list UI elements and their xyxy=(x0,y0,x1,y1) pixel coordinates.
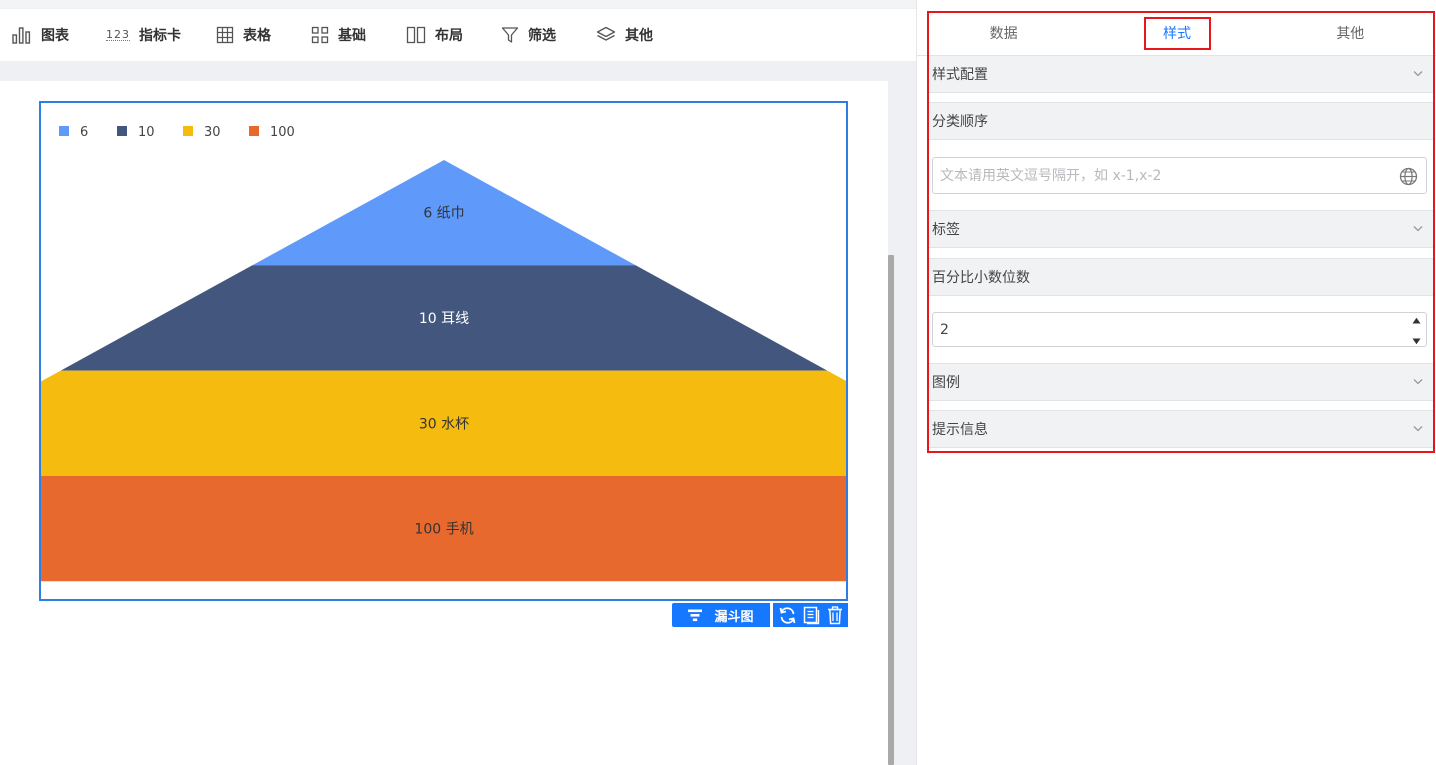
legend-swatch xyxy=(183,126,193,136)
chevron-down-icon xyxy=(1413,71,1423,77)
tab-other[interactable]: 其他 xyxy=(1264,10,1436,56)
chart-action-bar: 漏斗图 xyxy=(672,603,848,627)
toolbar-item-chart[interactable]: 图表 xyxy=(12,9,106,61)
bar-chart-icon xyxy=(12,27,31,44)
section-legend[interactable]: 图例 xyxy=(927,363,1435,401)
basic-widgets-icon xyxy=(311,26,329,44)
legend-item[interactable]: 10 xyxy=(117,125,155,140)
stepper-down-icon[interactable] xyxy=(1412,338,1421,345)
number-stepper xyxy=(1410,317,1422,345)
funnel-layer-label: 100 手机 xyxy=(414,522,473,538)
tab-data[interactable]: 数据 xyxy=(917,10,1090,56)
legend-item[interactable]: 100 xyxy=(249,125,295,140)
table-grid-icon xyxy=(216,26,234,44)
trash-icon[interactable] xyxy=(827,605,843,625)
globe-icon[interactable] xyxy=(1399,167,1418,186)
toolbar-label-table: 表格 xyxy=(243,28,271,44)
section-percent-decimals-title: 百分比小数位数 xyxy=(932,270,1030,286)
funnel-chart: 6 10 30 100 6 纸巾 10 耳线 30 水杯 100 手机 xyxy=(41,125,846,582)
toolbar-item-basic[interactable]: 基础 xyxy=(311,9,406,61)
toolbar-label-layout: 布局 xyxy=(435,28,463,44)
tab-data-label: 数据 xyxy=(989,26,1018,42)
funnel-layer-label: 6 纸巾 xyxy=(423,206,464,222)
toolbar-item-layout[interactable]: 布局 xyxy=(406,9,501,61)
legend-item[interactable]: 6 xyxy=(59,125,88,140)
section-tooltip-title: 提示信息 xyxy=(932,422,988,438)
percent-decimals-value[interactable]: 2 xyxy=(940,322,949,338)
funnel-layer-label: 30 水杯 xyxy=(419,416,469,432)
legend-swatch xyxy=(117,126,127,136)
funnel-icon xyxy=(688,609,703,621)
category-order-field xyxy=(932,157,1427,194)
category-order-input[interactable] xyxy=(940,167,1380,184)
toolbar-item-number-card[interactable]: 123 指标卡 xyxy=(106,9,216,61)
section-legend-title: 图例 xyxy=(932,375,960,391)
toolbar-label-filter: 筛选 xyxy=(528,28,556,44)
funnel-layer-label: 10 耳线 xyxy=(419,311,469,327)
chevron-down-icon xyxy=(1413,426,1423,432)
legend-item[interactable]: 30 xyxy=(183,125,221,140)
component-toolbar: 图表 123 指标卡 表格 基础 布局 筛选 其他 xyxy=(0,9,916,61)
layers-icon xyxy=(596,26,616,41)
toolbar-label-basic: 基础 xyxy=(338,28,366,44)
canvas-scrollbar-thumb[interactable] xyxy=(888,255,894,765)
legend-swatch xyxy=(249,126,259,136)
toolbar-item-other[interactable]: 其他 xyxy=(596,9,691,61)
section-category-order: 分类顺序 xyxy=(927,102,1435,140)
toolbar-item-filter[interactable]: 筛选 xyxy=(501,9,596,61)
chart-type-tag[interactable]: 漏斗图 xyxy=(672,603,770,627)
stepper-up-icon[interactable] xyxy=(1412,317,1421,324)
section-percent-decimals: 百分比小数位数 xyxy=(927,258,1435,296)
copy-icon[interactable] xyxy=(803,606,821,625)
legend-swatch xyxy=(59,126,69,136)
chart-action-icons xyxy=(773,603,848,627)
toolbar-label-chart: 图表 xyxy=(41,28,69,44)
section-tooltip[interactable]: 提示信息 xyxy=(927,410,1435,448)
section-style-config[interactable]: 样式配置 xyxy=(927,55,1435,93)
toolbar-item-table[interactable]: 表格 xyxy=(216,9,311,61)
section-category-order-title: 分类顺序 xyxy=(932,114,988,130)
refresh-icon[interactable] xyxy=(778,606,797,625)
designer-area: 图表 123 指标卡 表格 基础 布局 筛选 其他 6 10 30 100 6 … xyxy=(0,0,916,765)
legend-label: 10 xyxy=(138,125,155,140)
percent-decimals-field: 2 xyxy=(932,312,1427,347)
section-labels[interactable]: 标签 xyxy=(927,210,1435,248)
tab-other-label: 其他 xyxy=(1336,26,1365,42)
funnel-chart-widget[interactable]: 6 10 30 100 6 纸巾 10 耳线 30 水杯 100 手机 xyxy=(39,101,848,601)
property-panel: 数据 样式 其他 样式配置 分类顺序 标签 百分比小 xyxy=(916,0,1436,765)
section-style-config-title: 样式配置 xyxy=(932,67,988,83)
legend-label: 6 xyxy=(80,125,88,140)
chevron-down-icon xyxy=(1413,226,1423,232)
number-card-icon: 123 xyxy=(106,28,130,41)
chevron-down-icon xyxy=(1413,379,1423,385)
chart-type-label: 漏斗图 xyxy=(714,609,754,625)
toolbar-label-other: 其他 xyxy=(625,28,653,44)
filter-icon xyxy=(501,27,519,43)
legend-label: 100 xyxy=(270,125,295,140)
style-tab-highlight xyxy=(1144,17,1211,50)
toolbar-label-number-card: 指标卡 xyxy=(139,28,181,44)
section-labels-title: 标签 xyxy=(932,222,960,238)
layout-columns-icon xyxy=(406,26,426,44)
top-strip xyxy=(0,0,916,8)
legend-label: 30 xyxy=(204,125,221,140)
